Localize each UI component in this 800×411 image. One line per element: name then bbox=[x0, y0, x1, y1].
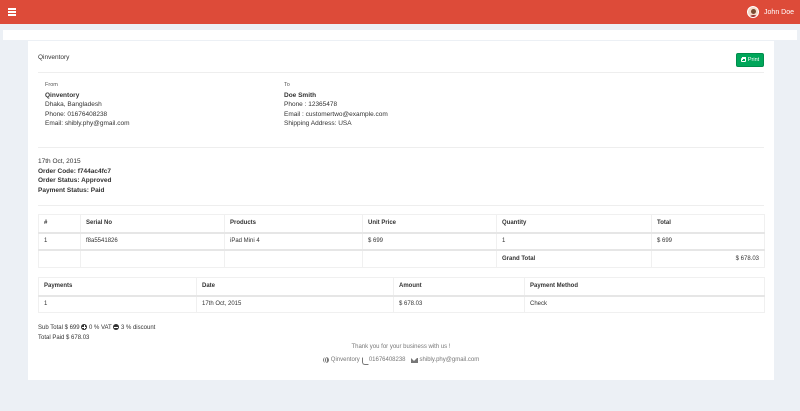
globe-icon bbox=[322, 357, 329, 363]
invoice-footer: Qinventory 01676408238 shibly.phy@gmail.… bbox=[28, 357, 774, 365]
order-date: 17th Oct, 2015 bbox=[38, 158, 81, 165]
print-label: Print bbox=[747, 57, 760, 63]
table-cell: f8a5541826 bbox=[80, 232, 225, 250]
to-address: To Doe Smith Phone : 12365478 Email : cu… bbox=[284, 81, 388, 129]
invoice-brand: Qinventory bbox=[38, 54, 70, 61]
from-address: From Qinventory Dhaka, Bangladesh Phone:… bbox=[45, 81, 130, 129]
thank-you-note: Thank you for your business with us ! bbox=[351, 344, 451, 350]
column-header: Date bbox=[196, 277, 394, 297]
to-email: Email : customertwo@example.com bbox=[284, 110, 388, 118]
print-icon bbox=[740, 57, 747, 62]
table-cell: $ 699 bbox=[362, 232, 497, 250]
grand-total-row: Grand Total $ 678.03 bbox=[38, 248, 765, 268]
order-meta: 17th Oct, 2015 Order Code: f744ac4fc7 Or… bbox=[38, 157, 111, 195]
user-menu[interactable]: John Doe bbox=[747, 6, 794, 18]
table-cell: 1 bbox=[38, 232, 81, 250]
invoice-panel: Qinventory Print From Qinventory Dhaka, … bbox=[28, 41, 774, 380]
divider bbox=[38, 72, 764, 73]
totals-summary: Sub Total $ 699 0 % VAT 3 % discount Tot… bbox=[38, 324, 155, 343]
column-header: Products bbox=[224, 214, 363, 234]
discount: 3 % discount bbox=[120, 325, 156, 331]
to-phone: Phone : 12365478 bbox=[284, 101, 338, 108]
column-header: Payment Method bbox=[524, 277, 765, 297]
grand-total-label: Grand Total bbox=[496, 248, 652, 268]
sub-total: Sub Total $ 699 bbox=[38, 325, 80, 331]
from-email: Email: shibly.phy@gmail.com bbox=[45, 120, 130, 127]
table-header-row: Payments Date Amount Payment Method bbox=[38, 277, 765, 297]
table-cell: 1 bbox=[38, 295, 197, 313]
to-name: Doe Smith bbox=[284, 91, 317, 99]
menu-icon[interactable] bbox=[8, 8, 16, 16]
footer-phone: 01676408238 bbox=[368, 357, 406, 363]
footer-company: Qinventory bbox=[330, 357, 360, 363]
table-header-row: # Serial No Products Unit Price Quantity… bbox=[38, 214, 765, 234]
envelope-icon bbox=[410, 357, 418, 363]
payment-status: Payment Status: Paid bbox=[38, 186, 105, 194]
grand-total-value: $ 678.03 bbox=[651, 248, 765, 268]
from-phone: Phone: 01676408238 bbox=[45, 110, 108, 118]
table-row: 1 f8a5541826 iPad Mini 4 $ 699 1 $ 699 bbox=[38, 232, 765, 250]
footer-email: shibly.phy@gmail.com bbox=[419, 357, 480, 363]
order-status: Order Status: Approved bbox=[38, 177, 112, 184]
column-header: Quantity bbox=[496, 214, 652, 234]
table-cell: Check bbox=[524, 295, 765, 313]
from-name: Qinventory bbox=[45, 91, 80, 99]
avatar bbox=[747, 6, 760, 18]
order-code: Order Code: f744ac4fc7 bbox=[38, 167, 111, 175]
divider bbox=[38, 147, 764, 148]
to-shipping: Shipping Address: USA bbox=[284, 120, 352, 127]
column-header: Serial No bbox=[80, 214, 225, 234]
column-header: Amount bbox=[393, 277, 525, 297]
payments-table: Payments Date Amount Payment Method 1 17… bbox=[38, 277, 765, 313]
vat: 0 % VAT bbox=[88, 325, 112, 331]
username: John Doe bbox=[764, 8, 794, 16]
column-header: Unit Price bbox=[362, 214, 497, 234]
to-label: To bbox=[284, 82, 290, 88]
table-cell: $ 678.03 bbox=[393, 295, 525, 313]
divider bbox=[38, 205, 764, 206]
table-cell: 1 bbox=[496, 232, 652, 250]
print-button[interactable]: Print bbox=[736, 53, 764, 67]
table-row: 1 17th Oct, 2015 $ 678.03 Check bbox=[38, 295, 765, 313]
items-table: # Serial No Products Unit Price Quantity… bbox=[38, 214, 765, 268]
table-cell: iPad Mini 4 bbox=[224, 232, 363, 250]
from-label: From bbox=[45, 82, 58, 88]
minus-circle-icon bbox=[113, 324, 120, 330]
plus-circle-icon bbox=[81, 324, 88, 330]
from-location: Dhaka, Bangladesh bbox=[45, 101, 102, 108]
total-paid: Total Paid $ 678.03 bbox=[38, 334, 90, 341]
table-cell: $ 699 bbox=[651, 232, 765, 250]
phone-icon bbox=[361, 357, 369, 365]
column-header: Payments bbox=[38, 277, 197, 297]
topbar: John Doe bbox=[0, 0, 800, 24]
column-header: Total bbox=[651, 214, 765, 234]
column-header: # bbox=[38, 214, 81, 234]
table-cell: 17th Oct, 2015 bbox=[196, 295, 394, 313]
